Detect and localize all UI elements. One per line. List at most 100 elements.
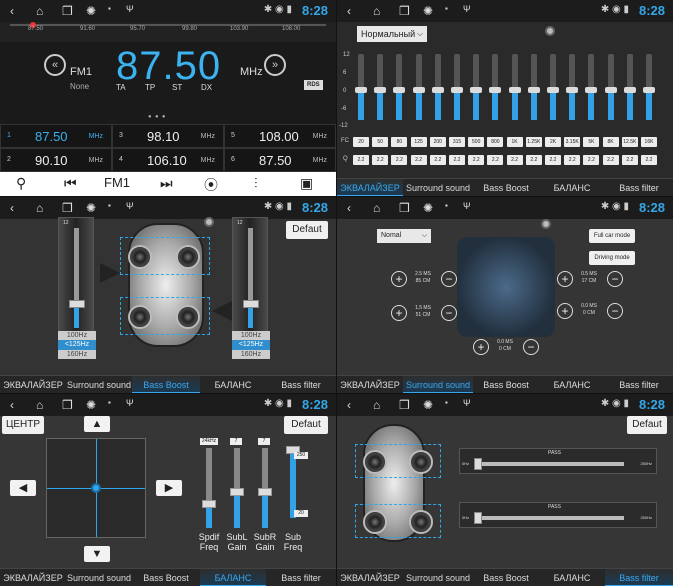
back-icon[interactable]: ‹ [10, 4, 14, 18]
rl-minus-button[interactable]: − [441, 305, 457, 321]
slider-knob[interactable] [258, 488, 272, 496]
tab-equalizer[interactable]: ЭКВАЛАЙЗЕР [0, 569, 66, 586]
slider-knob[interactable] [474, 458, 482, 470]
left-arrow-button[interactable]: ◀ [10, 480, 36, 496]
fc-value[interactable]: 125 [410, 137, 427, 147]
subr-gain-slider[interactable] [258, 448, 272, 528]
tab-bass-boost[interactable]: Bass Boost [132, 376, 200, 393]
tab-balance[interactable]: БАЛАНС [539, 179, 605, 196]
front-pass-slider[interactable]: PASS 0Hz 250Hz [459, 448, 657, 474]
search-icon[interactable]: ⚲ [16, 175, 26, 192]
eq-slider-knob[interactable] [412, 87, 425, 94]
bass-right-slider[interactable]: 12 [232, 217, 268, 335]
prev-icon[interactable]: ⏮ [64, 175, 77, 192]
home-icon[interactable]: ⌂ [373, 398, 380, 412]
q-value[interactable]: 2.2 [449, 155, 465, 165]
eq-slider-knob[interactable] [623, 87, 636, 94]
fan-icon[interactable]: ✺ [423, 201, 433, 215]
slider-knob[interactable] [202, 500, 216, 508]
recent-apps-icon[interactable]: ❒ [62, 398, 73, 412]
tab-surround[interactable]: Surround sound [403, 179, 473, 196]
fc-value[interactable]: 5K [583, 137, 600, 147]
antenna-icon[interactable]: ⦿ [204, 175, 218, 195]
fl-plus-button[interactable]: + [391, 271, 407, 287]
eq-slider[interactable] [355, 54, 367, 120]
fc-value[interactable]: 20 [353, 137, 369, 147]
eq-slider[interactable] [604, 54, 617, 120]
tab-bass-filter[interactable]: Bass filter [605, 569, 673, 586]
tab-equalizer[interactable]: ЭКВАЛАЙЗЕР [337, 376, 403, 393]
sub-freq-slider[interactable] [286, 446, 300, 518]
eq-slider-knob[interactable] [355, 87, 367, 94]
tab-bass-boost[interactable]: Bass Boost [473, 179, 539, 196]
default-button[interactable]: Defaut [627, 416, 667, 434]
tab-bass-filter[interactable]: Bass filter [605, 179, 673, 196]
seek-forward-button[interactable]: » [264, 54, 286, 76]
q-value[interactable]: 2.2 [641, 155, 657, 165]
eq-preset-select[interactable]: Нормальный ⌵ [357, 26, 427, 42]
equalizer-icon[interactable]: ⫶ [254, 175, 258, 192]
q-value[interactable]: 2.2 [487, 155, 504, 165]
sub-minus-button[interactable]: − [523, 339, 539, 355]
back-icon[interactable]: ‹ [10, 201, 14, 215]
home-icon[interactable]: ⌂ [36, 201, 43, 215]
slider-knob[interactable] [474, 512, 482, 524]
eq-slider-knob[interactable] [374, 87, 387, 94]
eq-slider-knob[interactable] [643, 87, 655, 94]
eq-slider-knob[interactable] [431, 87, 444, 94]
freq-option-selected[interactable]: <125Hz [58, 340, 96, 350]
fc-value[interactable]: 200 [429, 137, 446, 147]
eq-slider[interactable] [431, 54, 444, 120]
eq-slider-knob[interactable] [451, 87, 463, 94]
fan-icon[interactable]: ✺ [86, 4, 96, 18]
fan-icon[interactable]: ✺ [423, 4, 433, 18]
eq-slider[interactable] [623, 54, 636, 120]
rr-minus-button[interactable]: − [607, 303, 623, 319]
subl-gain-slider[interactable] [230, 448, 244, 528]
fc-value[interactable]: 16K [641, 137, 657, 147]
recent-apps-icon[interactable]: ❒ [62, 4, 73, 18]
seek-back-button[interactable]: « [44, 54, 66, 76]
preset-2[interactable]: 2 90.10 MHz [0, 148, 112, 172]
default-button[interactable]: Defaut [286, 221, 328, 239]
eq-slider[interactable] [374, 54, 387, 120]
fc-value[interactable]: 315 [449, 137, 465, 147]
back-icon[interactable]: ‹ [10, 398, 14, 412]
q-value[interactable]: 2.2 [506, 155, 523, 165]
eq-slider[interactable] [451, 54, 463, 120]
fan-icon[interactable]: ✺ [423, 398, 433, 412]
q-value[interactable]: 2.2 [410, 155, 427, 165]
eq-slider-knob[interactable] [604, 87, 617, 94]
tab-bass-boost[interactable]: Bass Boost [132, 569, 200, 586]
tab-bass-filter[interactable]: Bass filter [266, 569, 336, 586]
eq-slider-knob[interactable] [508, 87, 521, 94]
eq-slider[interactable] [643, 54, 655, 120]
slider-knob[interactable] [69, 300, 85, 308]
eq-slider[interactable] [585, 54, 598, 120]
driving-mode-button[interactable]: Driving mode [589, 251, 635, 265]
back-icon[interactable]: ‹ [347, 398, 351, 412]
eq-slider-knob[interactable] [527, 87, 540, 94]
fr-plus-button[interactable]: + [557, 271, 573, 287]
tab-balance[interactable]: БАЛАНС [539, 569, 605, 586]
tab-surround[interactable]: Surround sound [403, 376, 473, 393]
default-button[interactable]: Defaut [284, 416, 328, 434]
down-arrow-button[interactable]: ▼ [84, 546, 110, 562]
eq-slider[interactable] [393, 54, 406, 120]
slider-knob[interactable] [243, 300, 259, 308]
fc-value[interactable]: 500 [468, 137, 485, 147]
q-value[interactable]: 2.2 [391, 155, 408, 165]
back-icon[interactable]: ‹ [347, 201, 351, 215]
eq-slider-knob[interactable] [393, 87, 406, 94]
recent-apps-icon[interactable]: ❒ [62, 201, 73, 215]
center-button[interactable]: ЦЕНТР [2, 416, 44, 434]
q-value[interactable]: 2.2 [602, 155, 619, 165]
full-car-mode-button[interactable]: Full car mode [589, 229, 635, 243]
tab-surround[interactable]: Surround sound [66, 376, 132, 393]
eq-slider-knob[interactable] [585, 87, 598, 94]
home-icon[interactable]: ⌂ [36, 398, 43, 412]
q-value[interactable]: 2.2 [429, 155, 446, 165]
tab-equalizer[interactable]: ЭКВАЛАЙЗЕР [337, 179, 403, 196]
home-icon[interactable]: ⌂ [373, 4, 380, 18]
fan-icon[interactable]: ✺ [86, 398, 96, 412]
